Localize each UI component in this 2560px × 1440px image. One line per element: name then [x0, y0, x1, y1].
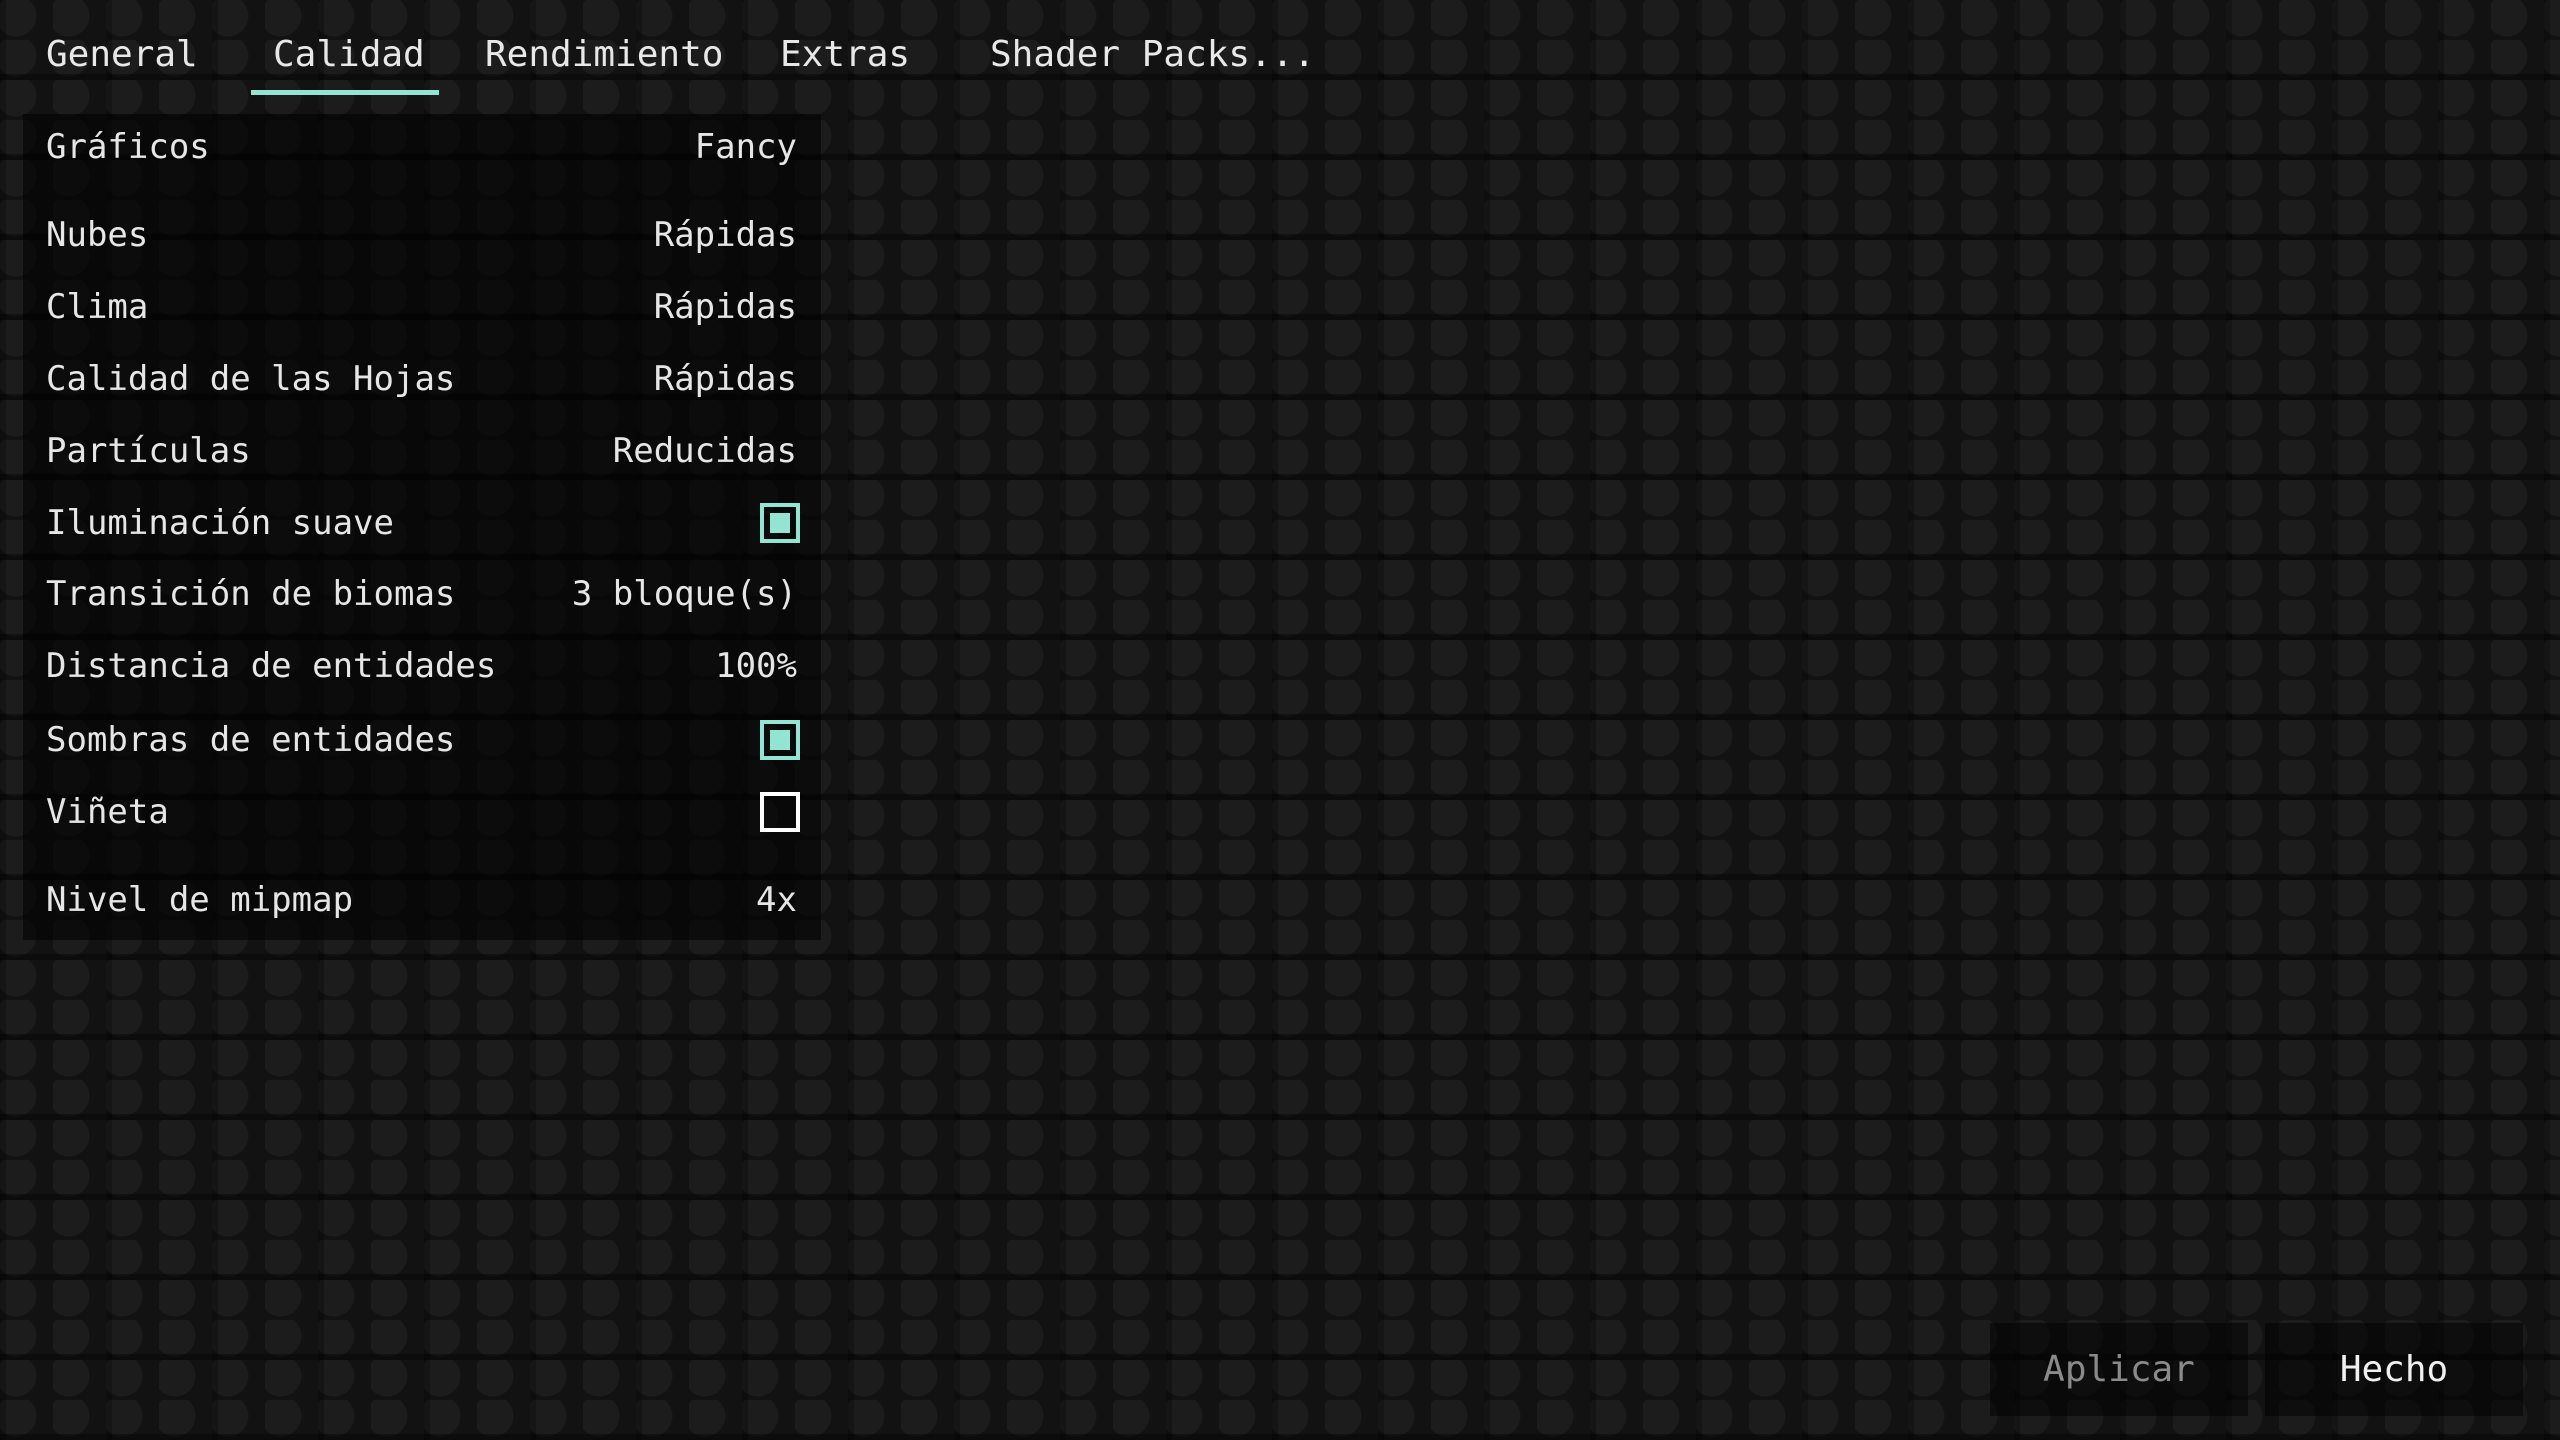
tab-extras[interactable]: Extras	[780, 34, 910, 75]
active-tab-indicator	[251, 90, 439, 95]
setting-label: Viñeta	[46, 792, 169, 832]
setting-label: Gráficos	[46, 127, 210, 167]
setting-value: Rápidas	[653, 215, 797, 255]
setting-value: Rápidas	[653, 359, 797, 399]
setting-sombras-entidades[interactable]: Sombras de entidades	[23, 707, 821, 773]
setting-graficos[interactable]: Gráficos Fancy	[23, 114, 821, 180]
setting-calidad-hojas[interactable]: Calidad de las Hojas Rápidas	[23, 346, 821, 412]
tab-calidad[interactable]: Calidad	[273, 34, 425, 75]
checkbox-checked[interactable]	[760, 503, 800, 543]
setting-particulas[interactable]: Partículas Reducidas	[23, 418, 821, 484]
tab-general[interactable]: General	[46, 34, 198, 75]
setting-clima[interactable]: Clima Rápidas	[23, 274, 821, 340]
tab-rendimiento[interactable]: Rendimiento	[485, 34, 723, 75]
setting-label: Distancia de entidades	[46, 646, 497, 686]
setting-value: Fancy	[694, 127, 797, 167]
setting-label: Sombras de entidades	[46, 720, 456, 760]
setting-value: 3 bloque(s)	[571, 574, 797, 614]
setting-label: Transición de biomas	[46, 574, 456, 614]
setting-label: Calidad de las Hojas	[46, 359, 456, 399]
setting-distancia-entidades[interactable]: Distancia de entidades 100%	[23, 633, 821, 699]
checkbox-checked[interactable]	[760, 720, 800, 760]
setting-iluminacion-suave[interactable]: Iluminación suave	[23, 490, 821, 556]
setting-transicion-biomas[interactable]: Transición de biomas 3 bloque(s)	[23, 561, 821, 627]
checkbox-unchecked[interactable]	[760, 792, 800, 832]
apply-button[interactable]: Aplicar	[1990, 1323, 2248, 1416]
setting-label: Iluminación suave	[46, 503, 394, 543]
tab-shader-packs[interactable]: Shader Packs...	[990, 34, 1315, 75]
setting-nivel-mipmap[interactable]: Nivel de mipmap 4x	[23, 867, 821, 933]
setting-value: 4x	[756, 880, 797, 920]
setting-label: Partículas	[46, 431, 251, 471]
setting-vineta[interactable]: Viñeta	[23, 779, 821, 845]
setting-value: Rápidas	[653, 287, 797, 327]
setting-value: Reducidas	[612, 431, 797, 471]
done-button[interactable]: Hecho	[2265, 1323, 2523, 1416]
setting-label: Clima	[46, 287, 149, 327]
setting-value: 100%	[715, 646, 797, 686]
setting-label: Nivel de mipmap	[46, 880, 354, 920]
setting-label: Nubes	[46, 215, 149, 255]
setting-nubes[interactable]: Nubes Rápidas	[23, 202, 821, 268]
